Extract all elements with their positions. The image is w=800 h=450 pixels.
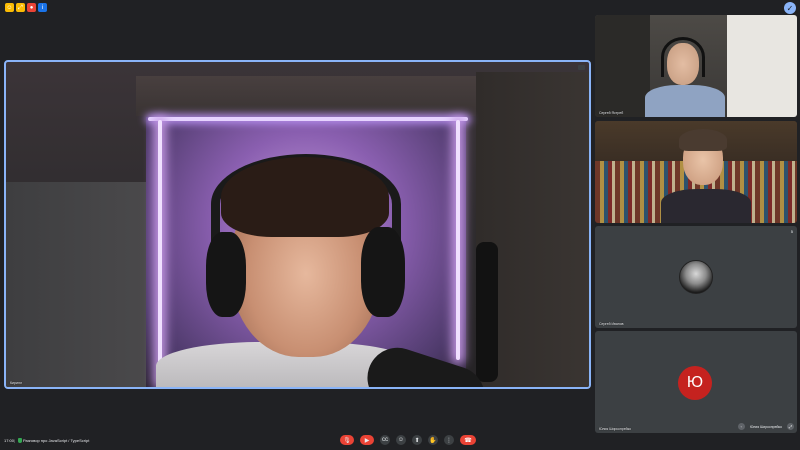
speaker-hair [221,157,389,237]
participant-shirt [661,189,751,223]
record-icon[interactable]: ● [27,3,36,12]
tile-controls-label: Юлия Ширкопрейко [747,423,784,430]
avatar [679,260,713,294]
main-speaker-name: Кирилл [10,381,22,385]
main-speaker-tile[interactable]: Кирилл [4,60,591,389]
participant-tile[interactable] [595,121,797,223]
info-icon[interactable]: i [38,3,47,12]
emoji-reaction-icon[interactable]: ☺ [396,435,406,445]
background-wall [727,15,797,117]
mic-off-icon[interactable]: ◦ [737,423,745,430]
headphone-left [206,232,246,317]
background-cabinet [6,182,146,387]
mic-icon[interactable]: 🎙 [340,435,354,445]
tile-controls: ◦ Юлия Ширкопрейко ⤢ [737,423,794,430]
mic-arm [476,242,498,382]
pin-icon[interactable] [578,65,585,70]
check-shield-icon[interactable]: ✓ [784,2,796,14]
fullscreen-icon[interactable]: ⤢ [16,3,25,12]
present-icon[interactable]: ⬆ [412,435,422,445]
participant-count-badge: 5 [790,229,793,234]
bottom-bar: 17:00 | Разговор про JavaScript / TypeSc… [0,432,800,450]
meeting-time: 17:00 [4,438,15,443]
call-controls: 🎙 ▶ cc ☺ ⬆ ✋ ⋮ ☎ [340,435,476,445]
more-icon[interactable]: ⋮ [444,435,454,445]
background-shelves [595,15,650,117]
participant-name: Сергей Иванов [599,322,624,326]
neon-light-left [158,120,162,385]
meeting-title: Разговор про JavaScript / TypeScript [23,438,90,443]
background-shelf [136,76,496,116]
emoji-icon[interactable]: ☺ [5,3,14,12]
participant-shirt [645,85,725,117]
participant-name: Сергей Ястреб [599,111,624,115]
neon-light-right [456,120,460,360]
shield-icon [18,438,22,443]
separator: | [14,438,16,443]
end-call-button[interactable]: ☎ [460,435,476,445]
participant-tile[interactable]: 5 Сергей Иванов [595,226,797,328]
neon-light-top [148,117,468,121]
participant-tile[interactable]: Ю Юлия Ширкопрейко ◦ Юлия Ширкопрейко ⤢ [595,331,797,433]
expand-icon[interactable]: ⤢ [787,423,794,430]
avatar: Ю [678,366,712,400]
raise-hand-icon[interactable]: ✋ [428,435,438,445]
captions-icon[interactable]: cc [380,435,390,445]
participant-hair [679,129,727,151]
participant-name: Юлия Ширкопрейко [599,427,632,431]
headphone-right [361,227,405,317]
participant-tile[interactable]: Сергей Ястреб [595,15,797,117]
camera-icon[interactable]: ▶ [360,435,374,445]
participant-headphones [661,37,705,77]
top-bar: ☺ ⤢ ● i ✓ [0,0,800,16]
